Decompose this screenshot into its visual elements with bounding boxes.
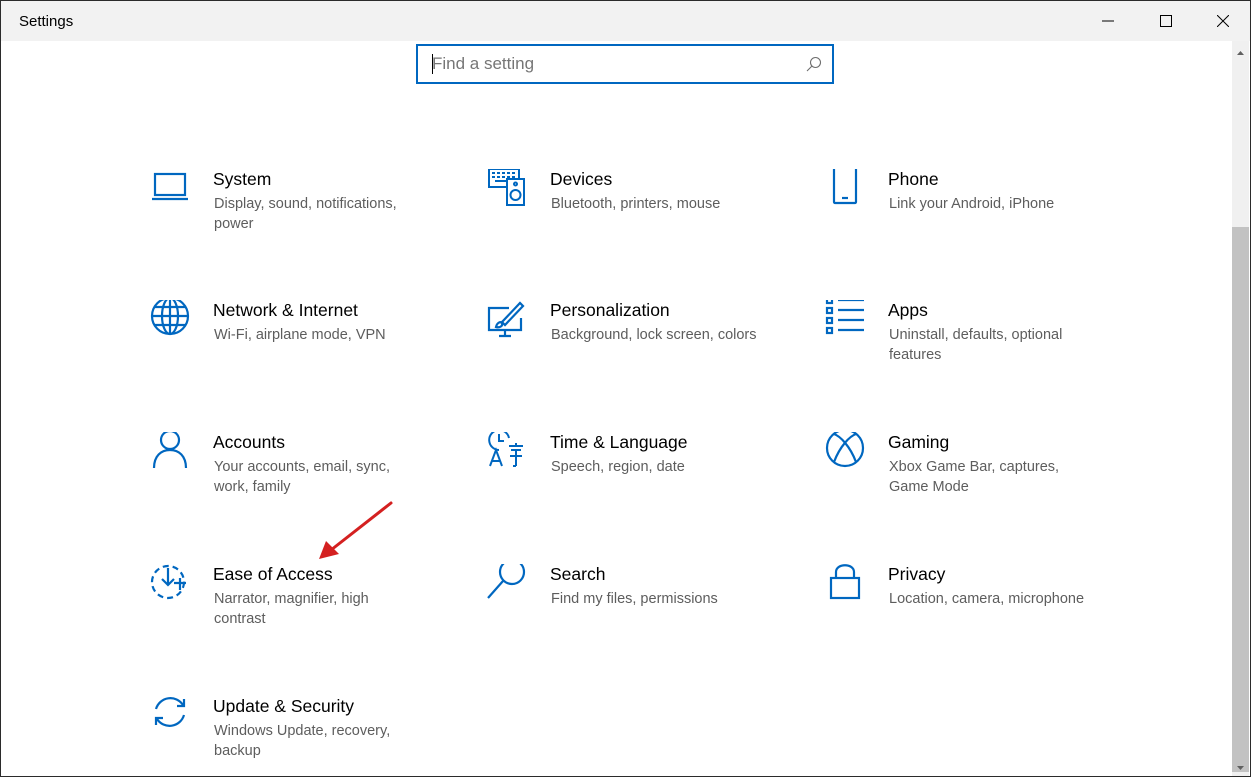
tile-name: Gaming — [888, 432, 950, 452]
tile-accounts[interactable]: Accounts Your accounts, email, sync, wor… — [150, 432, 450, 522]
tile-update-security[interactable]: Update & Security Windows Update, recove… — [150, 696, 450, 776]
tile-description: Find my files, permissions — [551, 591, 718, 607]
tile-name: Devices — [550, 169, 613, 189]
tile-description: Speech, region, date — [551, 459, 685, 475]
tile-name: System — [213, 169, 272, 189]
scroll-down-icon[interactable] — [1236, 763, 1245, 772]
maximize-button[interactable] — [1137, 1, 1195, 41]
globe-icon — [150, 300, 190, 336]
tile-privacy[interactable]: Privacy Location, camera, microphone — [825, 564, 1125, 654]
text-caret — [432, 54, 433, 74]
tile-personalization[interactable]: Personalization Background, lock screen,… — [487, 300, 787, 390]
phone-icon — [832, 169, 858, 205]
tile-devices[interactable]: Devices Bluetooth, printers, mouse — [487, 169, 787, 259]
tile-name: Apps — [888, 300, 928, 320]
tile-gaming[interactable]: Gaming Xbox Game Bar, captures, Game Mod… — [825, 432, 1125, 522]
time-language-icon — [488, 432, 523, 467]
tile-name: Phone — [888, 169, 939, 189]
close-icon — [1217, 15, 1229, 27]
ease-of-access-icon — [150, 564, 186, 600]
vertical-scrollbar[interactable] — [1232, 41, 1249, 776]
devices-icon — [488, 169, 525, 206]
tile-name: Ease of Access — [213, 564, 333, 584]
search-box[interactable] — [416, 44, 834, 84]
tile-description: Windows Update, recovery, backup — [214, 723, 391, 759]
scrollbar-thumb[interactable] — [1232, 227, 1249, 772]
minimize-button[interactable] — [1079, 1, 1137, 41]
tile-name: Search — [550, 564, 606, 584]
tile-description: Background, lock screen, colors — [551, 327, 757, 343]
tile-name: Time & Language — [550, 432, 688, 452]
tile-name: Accounts — [213, 432, 285, 452]
tile-name: Privacy — [888, 564, 946, 584]
settings-window: Settings Find a setting System Display, … — [0, 0, 1251, 777]
paintbrush-icon — [487, 301, 525, 338]
search-icon[interactable] — [806, 56, 822, 72]
tile-description: Wi-Fi, airplane mode, VPN — [214, 327, 386, 343]
tile-description: Link your Android, iPhone — [889, 196, 1055, 212]
close-button[interactable] — [1194, 1, 1250, 41]
apps-list-icon — [825, 300, 864, 335]
xbox-icon — [825, 432, 865, 468]
tile-name: Update & Security — [213, 696, 355, 716]
tile-apps[interactable]: Apps Uninstall, defaults, optional featu… — [825, 300, 1125, 390]
sync-icon — [154, 697, 186, 727]
title-bar[interactable]: Settings — [1, 1, 1250, 41]
maximize-icon — [1160, 15, 1172, 27]
person-icon — [152, 432, 188, 469]
laptop-icon — [152, 172, 188, 201]
tile-search[interactable]: Search Find my files, permissions — [487, 564, 787, 654]
tile-phone[interactable]: Phone Link your Android, iPhone — [825, 169, 1125, 259]
tile-system[interactable]: System Display, sound, notifications, po… — [150, 169, 450, 259]
tile-name: Network & Internet — [213, 300, 358, 320]
tile-description: Location, camera, microphone — [889, 591, 1085, 607]
tile-network-internet[interactable]: Network & Internet Wi-Fi, airplane mode,… — [150, 300, 450, 390]
scroll-up-icon[interactable] — [1236, 49, 1245, 58]
window-title: Settings — [19, 13, 74, 30]
lock-icon — [829, 564, 861, 600]
tile-description: Narrator, magnifier, high contrast — [214, 591, 369, 627]
tile-description: Bluetooth, printers, mouse — [551, 196, 721, 212]
tile-ease-of-access[interactable]: Ease of Access Narrator, magnifier, high… — [150, 564, 450, 654]
tile-description: Your accounts, email, sync, work, family — [214, 459, 390, 495]
tile-description: Uninstall, defaults, optional features — [889, 327, 1063, 363]
tile-description: Display, sound, notifications, power — [214, 196, 397, 232]
minimize-icon — [1102, 20, 1114, 22]
search-input[interactable] — [432, 46, 792, 82]
tile-time-language[interactable]: Time & Language Speech, region, date — [487, 432, 787, 522]
tile-description: Xbox Game Bar, captures, Game Mode — [889, 459, 1060, 495]
magnifier-icon — [487, 564, 526, 599]
tile-name: Personalization — [550, 300, 670, 320]
